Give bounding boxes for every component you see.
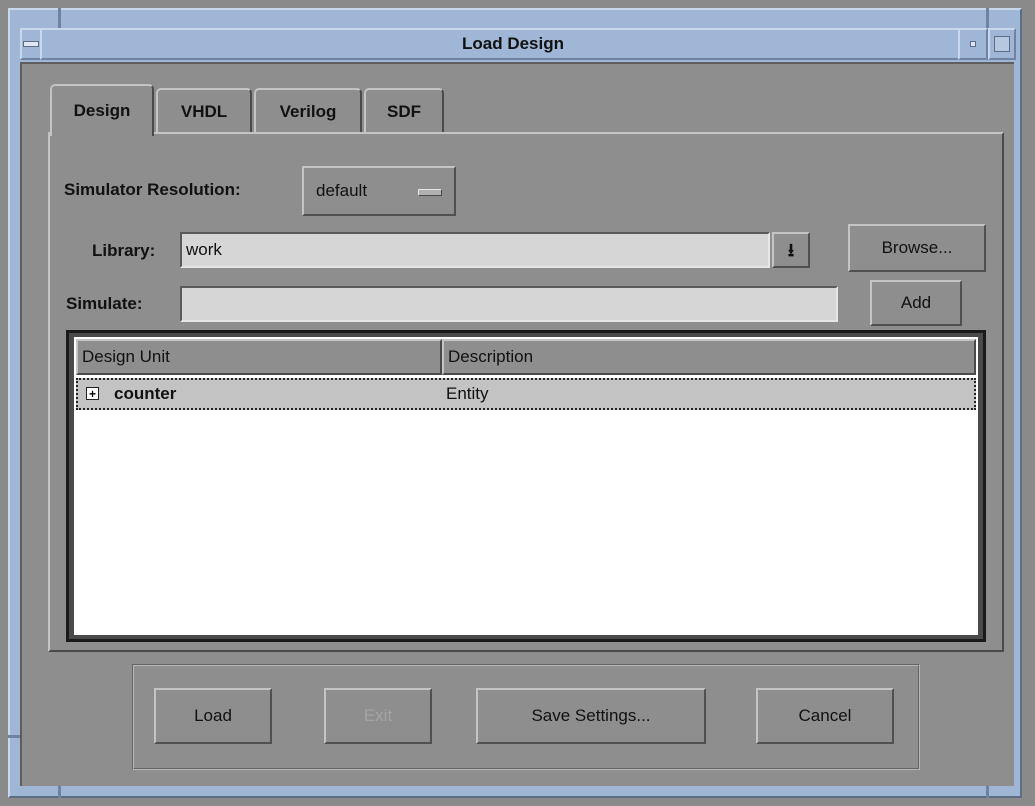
cancel-button[interactable]: Cancel bbox=[756, 688, 894, 744]
option-menu-indicator-icon bbox=[418, 189, 442, 196]
browse-button[interactable]: Browse... bbox=[848, 224, 986, 272]
resolution-option-menu[interactable]: default bbox=[302, 166, 456, 216]
resolution-value: default bbox=[316, 181, 368, 200]
window-menu-icon bbox=[23, 41, 39, 47]
save-settings-button[interactable]: Save Settings... bbox=[476, 688, 706, 744]
frame-corner-mark bbox=[986, 786, 989, 798]
maximize-button[interactable] bbox=[988, 28, 1016, 60]
minimize-button[interactable] bbox=[958, 28, 988, 60]
library-label: Library: bbox=[92, 241, 156, 260]
tab-design[interactable]: Design bbox=[50, 84, 154, 136]
tab-sdf[interactable]: SDF bbox=[364, 88, 444, 134]
frame-corner-mark bbox=[58, 8, 61, 28]
design-unit-description: Entity bbox=[446, 384, 489, 403]
exit-button[interactable]: Exit bbox=[324, 688, 432, 744]
maximize-icon bbox=[994, 36, 1010, 52]
design-unit-name: counter bbox=[114, 384, 177, 403]
minimize-icon bbox=[970, 41, 976, 47]
simulate-field[interactable] bbox=[180, 286, 838, 322]
library-dropdown-button[interactable]: ⭳ bbox=[772, 232, 810, 268]
frame-corner-mark bbox=[8, 735, 20, 738]
library-field[interactable]: work bbox=[180, 232, 770, 268]
tab-vhdl[interactable]: VHDL bbox=[156, 88, 252, 134]
resolution-label: Simulator Resolution: bbox=[64, 180, 241, 199]
tab-verilog[interactable]: Verilog bbox=[254, 88, 362, 134]
expand-plus-icon[interactable]: + bbox=[86, 387, 99, 400]
table-row[interactable] bbox=[76, 378, 976, 410]
load-button[interactable]: Load bbox=[154, 688, 272, 744]
column-header-design-unit[interactable]: Design Unit bbox=[76, 339, 442, 375]
window-title: Load Design bbox=[40, 28, 986, 60]
add-button[interactable]: Add bbox=[870, 280, 962, 326]
simulate-label: Simulate: bbox=[66, 294, 143, 313]
frame-corner-mark bbox=[58, 786, 61, 798]
arrow-down-icon: ⭳ bbox=[787, 240, 795, 260]
window-menu-button[interactable] bbox=[20, 28, 42, 60]
column-header-description[interactable]: Description bbox=[442, 339, 976, 375]
frame-corner-mark bbox=[986, 8, 989, 28]
